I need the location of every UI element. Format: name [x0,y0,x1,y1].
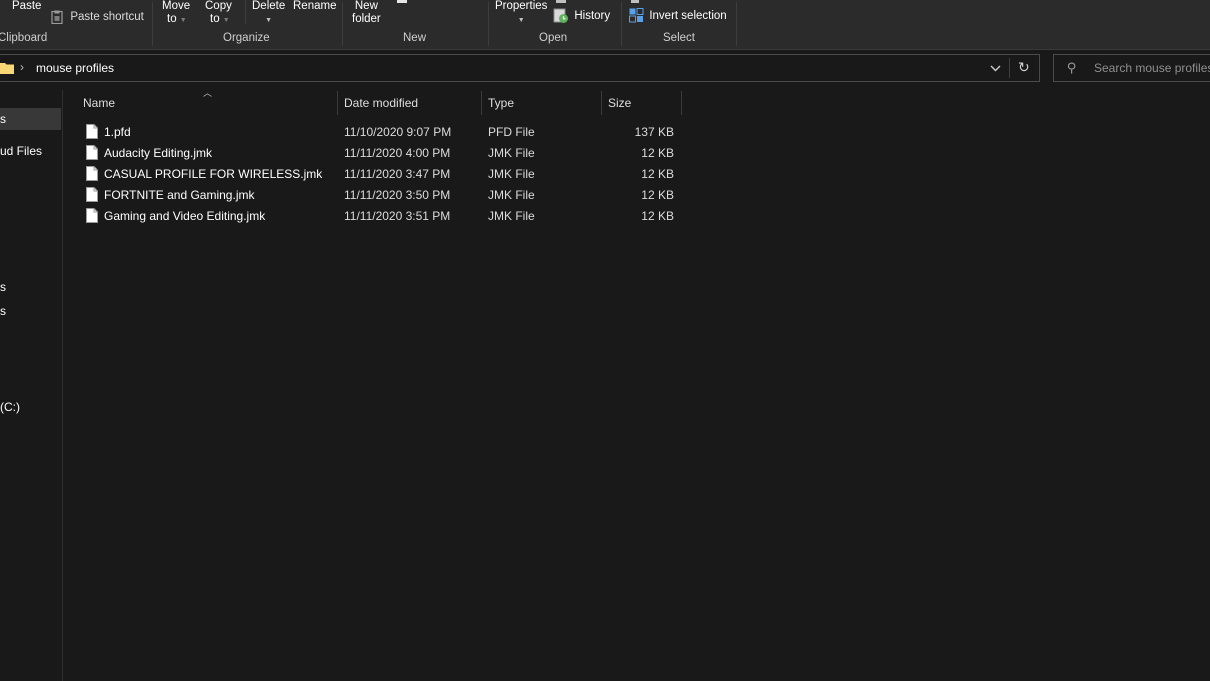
file-size: 12 KB [641,146,674,160]
new-folder-button[interactable]: New folder [352,0,381,26]
ribbon-divider [342,2,343,46]
address-divider [1009,58,1010,78]
file-size: 12 KB [641,209,674,223]
column-header-size[interactable]: Size [608,96,631,110]
new-group-label: New [403,32,427,44]
file-type: PFD File [488,125,535,139]
file-type: JMK File [488,209,535,223]
ribbon-divider [245,0,246,24]
open-icon[interactable] [556,0,566,3]
copy-to-label: Copy [205,0,232,12]
refresh-icon[interactable]: ↻ [1018,59,1030,76]
nav-item[interactable]: s [0,112,6,126]
breadcrumb-chevron-icon: › [20,60,24,74]
file-type: JMK File [488,188,535,202]
open-group-label: Open [539,32,568,44]
rename-label: Rename [293,0,337,12]
column-header-name[interactable]: Name [83,96,115,110]
chevron-down-icon: ▼ [517,17,525,24]
new-folder-label: New [354,0,378,12]
file-name: CASUAL PROFILE FOR WIRELESS.jmk [104,167,323,181]
file-date: 11/11/2020 3:47 PM [344,167,451,181]
file-type: JMK File [488,146,535,160]
navigation-pane [0,90,63,681]
chevron-down-icon: ▼ [265,17,273,24]
column-divider[interactable] [337,91,338,115]
sort-ascending-icon: ︿ [203,88,213,98]
invert-selection-icon [629,8,644,23]
nav-item[interactable]: s [0,280,6,294]
file-size: 137 KB [634,125,674,139]
chevron-down-icon: ▼ [179,17,187,24]
column-header-type[interactable]: Type [488,96,514,110]
properties-label: Properties [495,0,548,12]
history-label: History [574,10,611,23]
organize-group-label: Organize [223,32,270,44]
chevron-down-icon: ▼ [222,17,230,24]
search-box[interactable]: ⚲ Search mouse profiles [1053,54,1210,82]
search-input[interactable]: Search mouse profiles [1094,61,1210,75]
rename-button[interactable]: Rename [293,0,336,13]
folder-icon [0,63,14,74]
paste-shortcut-icon [51,10,63,24]
file-name: FORTNITE and Gaming.jmk [104,188,255,202]
history-icon [553,8,568,23]
file-icon [86,124,98,139]
invert-selection-label: Invert selection [649,10,727,22]
ribbon-divider [736,2,737,46]
ribbon: Paste Paste shortcut Clipboard Move to ▼… [0,0,1210,50]
file-name: Audacity Editing.jmk [104,146,213,160]
invert-selection-button[interactable]: Invert selection [629,8,727,23]
select-all-icon[interactable] [631,0,639,3]
file-name: 1.pfd [104,125,131,139]
column-divider[interactable] [681,91,682,115]
move-to-button[interactable]: Move to ▼ [162,0,190,27]
nav-item[interactable]: s [0,304,6,318]
breadcrumb-current[interactable]: mouse profiles [36,61,114,75]
move-to-label: Move [162,0,191,12]
ribbon-divider [152,2,153,46]
clipboard-group-label: Clipboard [0,32,48,44]
file-date: 11/11/2020 4:00 PM [344,146,451,160]
ribbon-divider [621,2,622,46]
search-icon: ⚲ [1067,60,1077,75]
move-to-label-2: to [167,13,177,25]
ribbon-divider [488,2,489,46]
properties-button[interactable]: Properties ▼ [495,0,547,27]
paste-shortcut-button[interactable]: Paste shortcut [51,9,144,24]
file-name: Gaming and Video Editing.jmk [104,209,266,223]
copy-to-label-2: to [210,13,220,25]
file-icon [86,145,98,160]
file-date: 11/11/2020 3:50 PM [344,188,451,202]
file-size: 12 KB [641,167,674,181]
file-icon [86,208,98,223]
nav-item-drive-c[interactable]: (C:) [0,400,20,414]
copy-to-button[interactable]: Copy to ▼ [205,0,232,27]
history-button[interactable]: History [553,8,610,24]
file-icon [86,166,98,181]
column-header-date-modified[interactable]: Date modified [344,96,418,110]
column-divider[interactable] [481,91,482,115]
paste-button[interactable]: Paste [12,0,41,13]
file-date: 11/11/2020 3:51 PM [344,209,451,223]
delete-label: Delete [252,0,286,12]
delete-button[interactable]: Delete ▼ [252,0,285,27]
file-icon [86,187,98,202]
paste-label: Paste [12,0,42,12]
file-date: 11/10/2020 9:07 PM [344,125,452,139]
file-size: 12 KB [641,188,674,202]
nav-selection-highlight [0,108,61,130]
file-type: JMK File [488,167,535,181]
nav-item-cloud-files[interactable]: ud Files [0,144,42,158]
paste-shortcut-label: Paste shortcut [70,11,144,23]
address-bar[interactable]: › mouse profiles ↻ [0,54,1040,82]
new-folder-label-2: folder [352,13,381,25]
select-group-label: Select [663,32,695,44]
chevron-down-icon[interactable] [990,65,1001,72]
new-item-icon[interactable] [397,0,407,3]
column-divider[interactable] [601,91,602,115]
